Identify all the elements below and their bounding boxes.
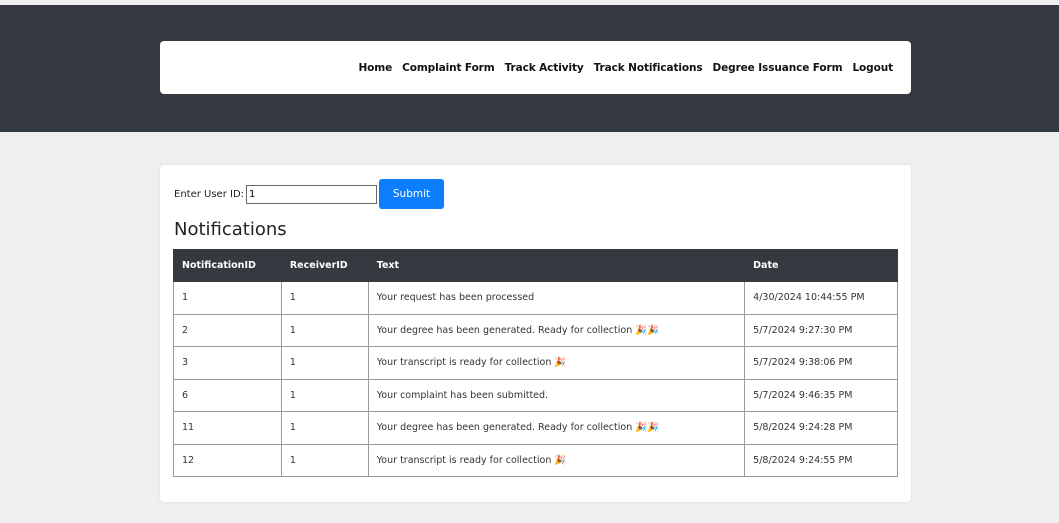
- col-header-date: Date: [744, 249, 898, 282]
- col-header-notificationid: NotificationID: [173, 249, 282, 282]
- cell-notification-id: 6: [173, 378, 282, 412]
- table-row: 11 1 Your degree has been generated. Rea…: [173, 411, 898, 445]
- section-title: Notifications: [174, 219, 287, 240]
- cell-notification-id: 12: [173, 443, 282, 477]
- cell-receiver-id: 1: [280, 378, 369, 412]
- nav-track-activity-link[interactable]: Track Activity: [505, 62, 584, 74]
- nav-logout-link[interactable]: Logout: [852, 62, 893, 74]
- cell-receiver-id: 1: [280, 346, 369, 380]
- nav-home-link[interactable]: Home: [358, 62, 392, 74]
- table-row: 3 1 Your transcript is ready for collect…: [173, 346, 898, 380]
- user-id-form: Enter User ID: Submit: [174, 179, 445, 209]
- cell-date: 5/8/2024 9:24:55 PM: [744, 443, 898, 477]
- notifications-card: Enter User ID: Submit Notifications Noti…: [160, 165, 911, 502]
- table-row: 1 1 Your request has been processed 4/30…: [173, 281, 898, 315]
- cell-date: 5/7/2024 9:38:06 PM: [744, 346, 898, 380]
- cell-text: Your transcript is ready for collection …: [367, 346, 746, 380]
- col-header-text: Text: [367, 249, 746, 282]
- col-header-receiverid: ReceiverID: [280, 249, 369, 282]
- submit-button[interactable]: Submit: [379, 179, 445, 209]
- user-id-label: Enter User ID:: [174, 188, 245, 200]
- cell-text: Your request has been processed: [367, 281, 746, 315]
- cell-receiver-id: 1: [280, 411, 369, 445]
- cell-text: Your transcript is ready for collection …: [367, 443, 746, 477]
- table-row: 6 1 Your complaint has been submitted. 5…: [173, 378, 898, 412]
- cell-text: Your complaint has been submitted.: [367, 378, 746, 412]
- cell-notification-id: 2: [173, 313, 282, 347]
- cell-date: 5/7/2024 9:27:30 PM: [744, 313, 898, 347]
- navbar: Home Complaint Form Track Activity Track…: [160, 41, 911, 94]
- cell-notification-id: 11: [173, 411, 282, 445]
- notifications-table: NotificationID ReceiverID Text Date 1 1 …: [173, 249, 898, 477]
- cell-receiver-id: 1: [280, 313, 369, 347]
- cell-date: 5/8/2024 9:24:28 PM: [744, 411, 898, 445]
- cell-receiver-id: 1: [280, 443, 369, 477]
- table-row: 12 1 Your transcript is ready for collec…: [173, 443, 898, 477]
- nav-track-notifications-link[interactable]: Track Notifications: [594, 62, 703, 74]
- cell-text: Your degree has been generated. Ready fo…: [367, 313, 746, 347]
- cell-receiver-id: 1: [280, 281, 369, 315]
- cell-date: 5/7/2024 9:46:35 PM: [744, 378, 898, 412]
- cell-text: Your degree has been generated. Ready fo…: [367, 411, 746, 445]
- cell-notification-id: 3: [173, 346, 282, 380]
- nav-degree-issuance-form-link[interactable]: Degree Issuance Form: [713, 62, 843, 74]
- user-id-input[interactable]: [246, 184, 378, 204]
- table-row: 2 1 Your degree has been generated. Read…: [173, 313, 898, 347]
- table-header-row: NotificationID ReceiverID Text Date: [173, 249, 898, 282]
- cell-date: 4/30/2024 10:44:55 PM: [744, 281, 898, 315]
- nav-complaint-form-link[interactable]: Complaint Form: [402, 62, 495, 74]
- cell-notification-id: 1: [173, 281, 282, 315]
